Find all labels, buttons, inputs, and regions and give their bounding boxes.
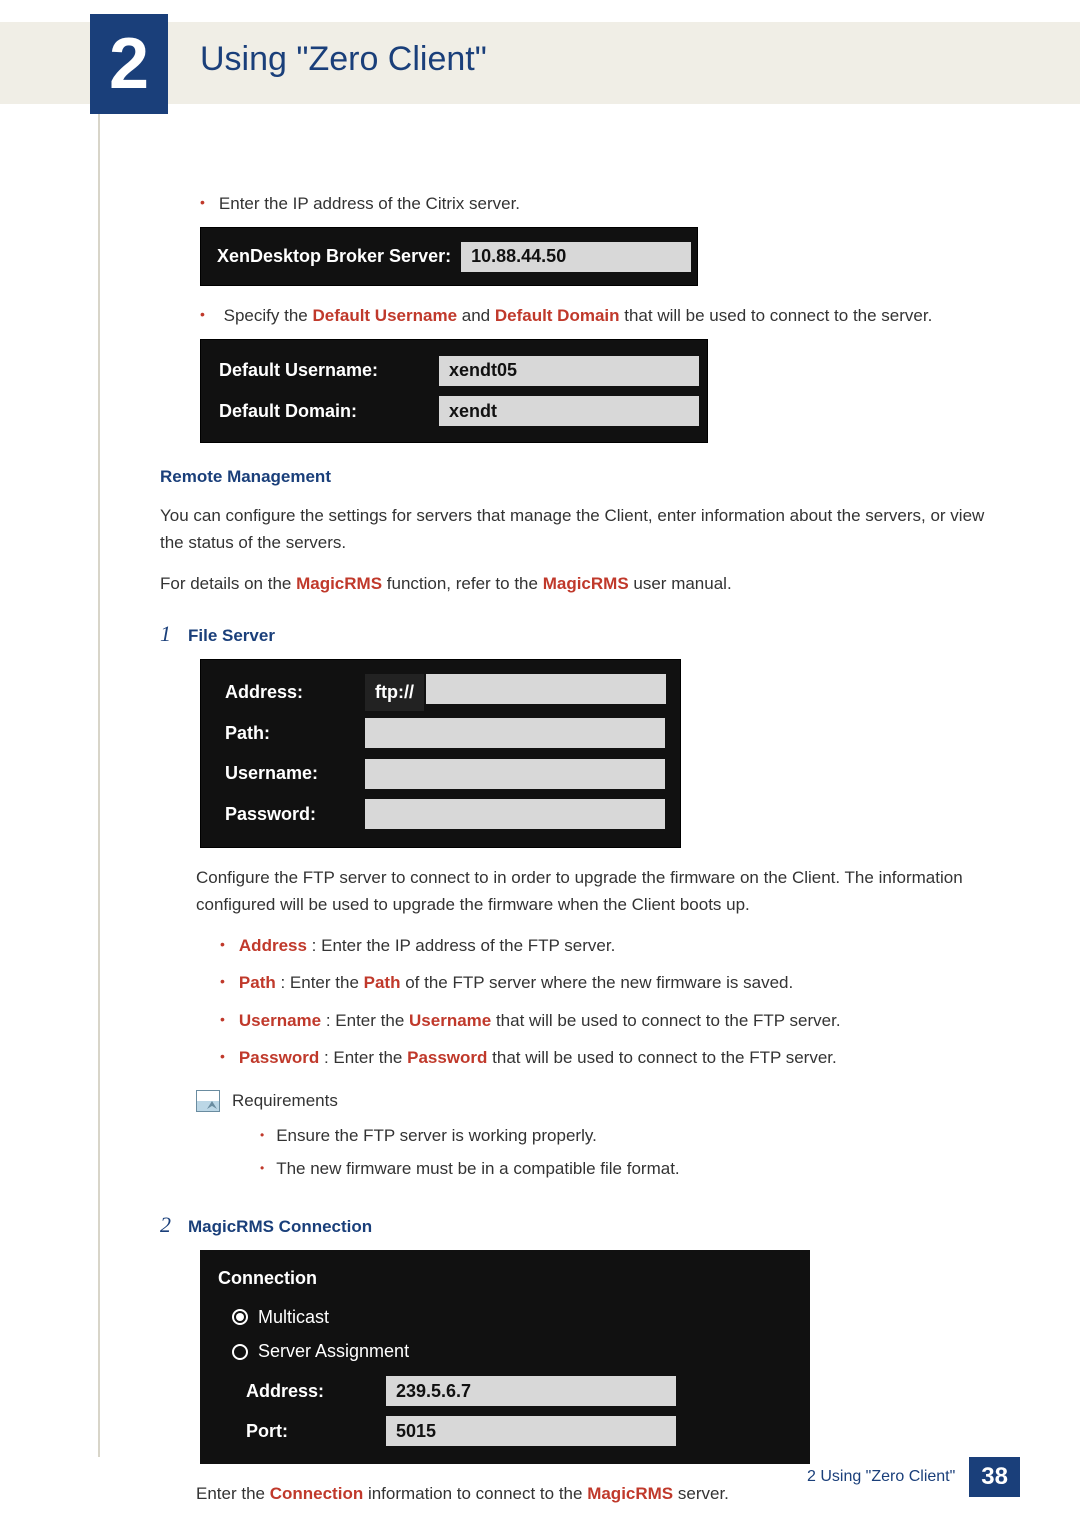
txt: that will be used to connect to the serv… <box>620 306 933 325</box>
connection-panel: Connection Multicast Server Assignment A… <box>200 1250 810 1464</box>
broker-label: XenDesktop Broker Server: <box>207 238 461 275</box>
v: that will be used to connect to the FTP … <box>487 1048 836 1067</box>
txt: Enter the <box>196 1484 270 1503</box>
file-server-desc: Configure the FTP server to connect to i… <box>196 864 1010 918</box>
fs-username-label: Username: <box>215 755 365 792</box>
k2: Path <box>364 973 401 992</box>
radio-multicast[interactable] <box>232 1309 248 1325</box>
radio-server-assignment-row[interactable]: Server Assignment <box>232 1337 792 1366</box>
bold-default-username: Default Username <box>312 306 457 325</box>
content-area: Enter the IP address of the Citrix serve… <box>160 190 1010 1427</box>
v: that will be used to connect to the FTP … <box>491 1011 840 1030</box>
broker-value-field[interactable]: 10.88.44.50 <box>461 242 691 272</box>
footer-text: 2 Using "Zero Client" <box>807 1468 955 1486</box>
fs-scheme-label: ftp:// <box>365 674 424 711</box>
v: : Enter the IP address of the FTP server… <box>307 936 615 955</box>
k: Username <box>239 1011 321 1030</box>
fs-bullet-username: Username : Enter the Username that will … <box>220 1007 1010 1034</box>
fs-password-label: Password: <box>215 796 365 833</box>
step-1-number: 1 <box>160 616 188 651</box>
fs-address-field[interactable] <box>426 674 666 704</box>
fs-address-label: Address: <box>215 674 365 711</box>
v: of the FTP server where the new firmware… <box>400 973 793 992</box>
txt: Specify the <box>224 306 313 325</box>
chapter-title: Using "Zero Client" <box>200 40 487 79</box>
k: Address <box>239 936 307 955</box>
m: : Enter the <box>276 973 364 992</box>
magicrms-ref-2: MagicRMS <box>543 574 629 593</box>
requirements-note: Requirements Ensure the FTP server is wo… <box>196 1087 1010 1189</box>
k: Password <box>239 1048 319 1067</box>
k2: Password <box>407 1048 487 1067</box>
remote-para1: You can configure the settings for serve… <box>160 502 1010 556</box>
connection-title: Connection <box>218 1264 792 1293</box>
broker-panel: XenDesktop Broker Server: 10.88.44.50 <box>200 227 698 286</box>
magicrms-heading: MagicRMS Connection <box>188 1213 372 1240</box>
magicrms-ref-1: MagicRMS <box>296 574 382 593</box>
chapter-number-box: 2 <box>90 14 168 114</box>
default-domain-label: Default Domain: <box>209 393 439 430</box>
m: : Enter the <box>319 1048 407 1067</box>
bold-default-domain: Default Domain <box>495 306 620 325</box>
bullet-enter-ip: Enter the IP address of the Citrix serve… <box>200 190 1010 217</box>
k2: Username <box>409 1011 491 1030</box>
defaults-panel: Default Username: xendt05 Default Domain… <box>200 339 708 443</box>
fs-path-label: Path: <box>215 715 365 752</box>
connection-ref: Connection <box>270 1484 364 1503</box>
m: : Enter the <box>321 1011 409 1030</box>
requirements-title: Requirements <box>232 1087 680 1114</box>
txt: For details on the <box>160 574 296 593</box>
req-1: Ensure the FTP server is working properl… <box>260 1122 680 1149</box>
txt: information to connect to the <box>363 1484 587 1503</box>
bullet-specify-defaults: Specify the Default Username and Default… <box>200 302 1010 329</box>
k: Path <box>239 973 276 992</box>
conn-port-field[interactable]: 5015 <box>386 1416 676 1446</box>
step-2-number: 2 <box>160 1207 188 1242</box>
fs-username-field[interactable] <box>365 759 665 789</box>
fs-password-field[interactable] <box>365 799 665 829</box>
radio-multicast-row[interactable]: Multicast <box>232 1303 792 1332</box>
default-username-field[interactable]: xendt05 <box>439 356 699 386</box>
fs-bullet-address: Address : Enter the IP address of the FT… <box>220 932 1010 959</box>
left-rule <box>98 114 100 1457</box>
remote-para2: For details on the MagicRMS function, re… <box>160 570 1010 597</box>
fs-path-field[interactable] <box>365 718 665 748</box>
page-number: 38 <box>969 1457 1020 1497</box>
fs-bullet-password: Password : Enter the Password that will … <box>220 1044 1010 1071</box>
radio-multicast-label: Multicast <box>258 1303 329 1332</box>
conn-port-label: Port: <box>246 1417 386 1446</box>
txt: and <box>457 306 495 325</box>
txt: server. <box>673 1484 729 1503</box>
file-server-panel: Address: ftp:// Path: Username: Password… <box>200 659 681 848</box>
default-domain-field[interactable]: xendt <box>439 396 699 426</box>
magicrms-ref-3: MagicRMS <box>587 1484 673 1503</box>
radio-server-assignment-label: Server Assignment <box>258 1337 409 1366</box>
remote-management-heading: Remote Management <box>160 463 1010 490</box>
fs-bullet-path: Path : Enter the Path of the FTP server … <box>220 969 1010 996</box>
default-username-label: Default Username: <box>209 352 439 389</box>
note-icon <box>196 1090 220 1112</box>
conn-address-label: Address: <box>246 1377 386 1406</box>
conn-address-field[interactable]: 239.5.6.7 <box>386 1376 676 1406</box>
req-2: The new firmware must be in a compatible… <box>260 1155 680 1182</box>
txt: user manual. <box>629 574 732 593</box>
file-server-heading: File Server <box>188 622 275 649</box>
txt: function, refer to the <box>382 574 543 593</box>
radio-server-assignment[interactable] <box>232 1344 248 1360</box>
footer: 2 Using "Zero Client" 38 <box>807 1457 1020 1497</box>
